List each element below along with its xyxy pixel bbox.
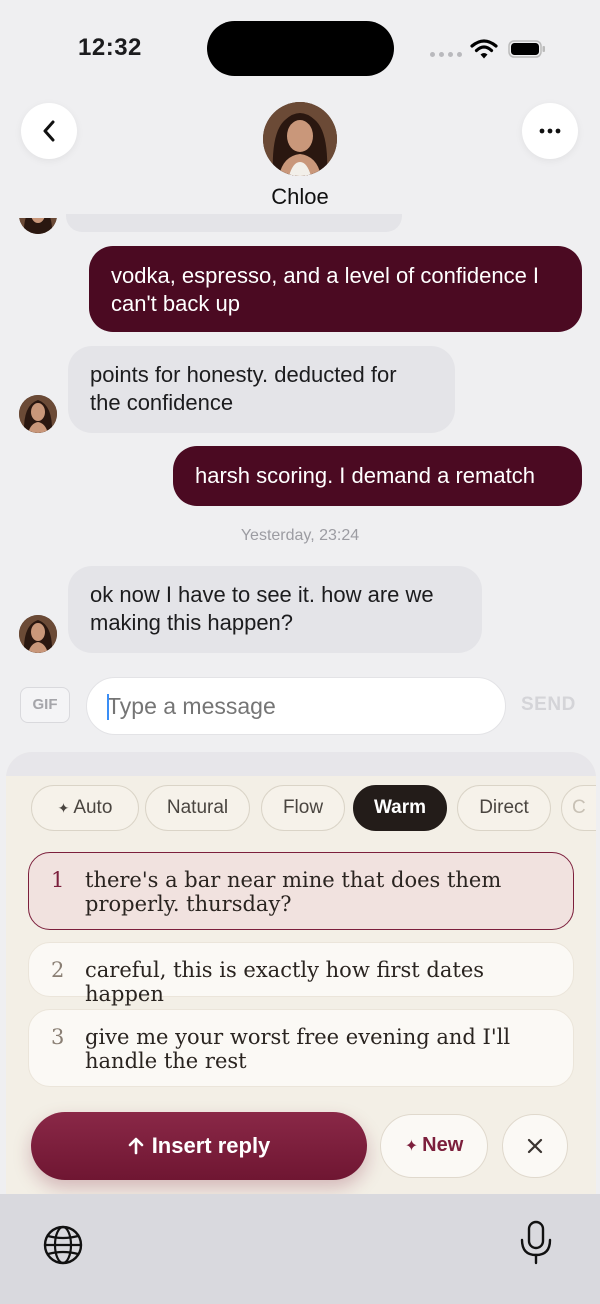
tone-chip-more[interactable]: C	[561, 785, 596, 831]
message-input[interactable]	[86, 677, 506, 735]
close-icon	[527, 1138, 543, 1154]
reply-suggestions-panel: ✦ Auto Natural Flow Warm Direct C 1 there…	[6, 752, 596, 1194]
status-time: 12:32	[78, 34, 142, 61]
tone-chip-warm[interactable]: Warm	[353, 785, 447, 831]
send-button[interactable]: SEND	[521, 694, 576, 716]
tone-chip-flow[interactable]: Flow	[261, 785, 345, 831]
dynamic-island	[207, 21, 394, 76]
message-timestamp: Yesterday, 23:24	[240, 527, 360, 544]
message-bubble-incoming[interactable]: points for honesty. deducted for the con…	[68, 346, 455, 433]
reply-text: give me your worst free evening and I'll…	[85, 1025, 511, 1073]
status-bar: 12:32	[0, 0, 600, 96]
microphone-icon[interactable]	[518, 1220, 554, 1266]
tone-chip-natural[interactable]: Natural	[145, 785, 250, 831]
up-arrow-icon	[128, 1137, 143, 1155]
contact-avatar[interactable]	[263, 102, 337, 176]
insert-reply-button[interactable]: Insert reply	[31, 1112, 367, 1180]
more-icon	[539, 128, 561, 134]
sparkle-icon: ✦	[57, 800, 70, 816]
sparkle-icon: ✦	[404, 1138, 419, 1155]
contact-name[interactable]: Chloe	[0, 184, 600, 210]
back-button[interactable]	[21, 103, 77, 159]
tone-chip-auto[interactable]: ✦ Auto	[31, 785, 139, 831]
globe-icon[interactable]	[42, 1224, 84, 1266]
previous-message-bubble	[66, 214, 402, 232]
new-suggestions-button[interactable]: ✦ New	[380, 1114, 488, 1178]
reply-option-3[interactable]: 3 give me your worst free evening and I'…	[28, 1009, 574, 1087]
reply-text: there's a bar near mine that does them p…	[85, 868, 502, 916]
reply-number: 2	[51, 958, 65, 982]
text-caret	[107, 694, 109, 720]
reply-option-2[interactable]: 2 careful, this is exactly how first dat…	[28, 942, 574, 1006]
battery-icon	[508, 40, 545, 58]
tone-chip-direct[interactable]: Direct	[457, 785, 551, 831]
gif-button[interactable]: GIF	[20, 687, 70, 723]
reply-option-1[interactable]: 1 there's a bar near mine that does them…	[28, 852, 574, 930]
avatar[interactable]	[19, 395, 57, 433]
message-bubble-incoming[interactable]: ok now I have to see it. how are we maki…	[68, 566, 482, 653]
tone-chips: ✦ Auto Natural Flow Warm Direct C	[31, 785, 596, 833]
more-options-button[interactable]	[522, 103, 578, 159]
reply-number: 3	[51, 1025, 65, 1049]
reply-text: careful, this is exactly how first dates…	[85, 958, 485, 1006]
wifi-icon	[470, 39, 498, 59]
avatar[interactable]	[19, 615, 57, 653]
message-bubble-outgoing[interactable]: vodka, espresso, and a level of confiden…	[89, 246, 582, 332]
signal-icon	[430, 52, 462, 57]
reply-number: 1	[51, 868, 65, 892]
message-bubble-outgoing[interactable]: harsh scoring. I demand a rematch	[173, 446, 582, 506]
keyboard-bottom-bar	[0, 1194, 600, 1304]
close-panel-button[interactable]	[502, 1114, 568, 1178]
back-icon	[43, 120, 55, 142]
